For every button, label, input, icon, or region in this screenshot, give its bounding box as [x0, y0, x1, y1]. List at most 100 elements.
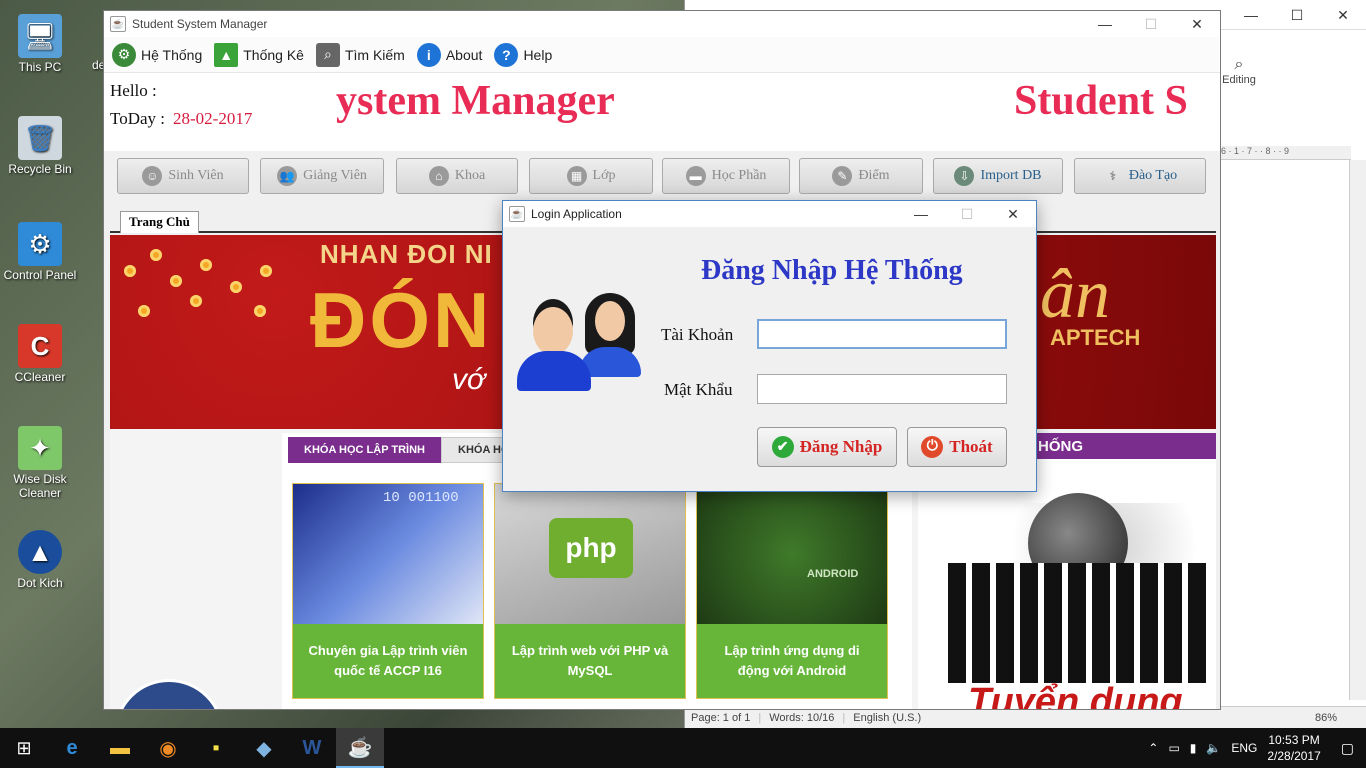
course-icon: ▬ [685, 166, 706, 186]
word-scrollbar[interactable] [1349, 160, 1366, 700]
clock[interactable]: 10:53 PM 2/28/2017 [1267, 732, 1320, 764]
menu-thong-ke[interactable]: ▲ Thống Kê [214, 42, 304, 67]
maximize-icon[interactable]: ☐ [1274, 0, 1320, 30]
file-explorer-icon[interactable]: ▬ [96, 728, 144, 768]
user-male-body [517, 351, 591, 391]
banner-title: ĐÓN [310, 276, 493, 364]
course-image: 10 001100 [293, 484, 483, 624]
help-icon: ? [494, 42, 519, 67]
business-people-image [948, 493, 1208, 709]
language-indicator[interactable]: ENG [1231, 741, 1257, 755]
hoc-phan-button[interactable]: ▬ Học Phần [662, 158, 790, 194]
login-heading: Đăng Nhập Hệ Thống [701, 255, 963, 286]
chart-icon: ▲ [214, 42, 239, 67]
close-icon[interactable]: ✕ [1174, 11, 1220, 37]
desktop-icon-control-panel[interactable]: ⚙ Control Panel [0, 222, 80, 282]
maximize-icon[interactable]: ☐ [944, 201, 990, 227]
giang-vien-button[interactable]: 👥 Giảng Viên [260, 158, 384, 194]
minimize-icon[interactable]: — [1228, 0, 1274, 30]
course-card[interactable]: php Lập trình web với PHP và MySQL [494, 483, 686, 699]
word-editing-group[interactable]: ⌕ Editing [1221, 56, 1257, 116]
desktop-icon-label: CCleaner [14, 370, 66, 384]
desktop-icon-this-pc[interactable]: 🖥 This PC [0, 14, 80, 74]
button-label: Thoát [949, 437, 993, 456]
desktop-icon-wise-disk-cleaner[interactable]: ✦ Wise Disk Cleaner [0, 426, 80, 500]
ccleaner-icon: C [18, 324, 62, 368]
login-button[interactable]: ✔ Đăng Nhập [757, 427, 897, 467]
course-card[interactable]: 10 001100 Chuyên gia Lập trình viên quốc… [292, 483, 484, 699]
lop-button[interactable]: ▦ Lớp [529, 158, 653, 194]
menu-about[interactable]: i About [416, 42, 482, 67]
java-icon: ☕ [509, 206, 525, 222]
battery-icon[interactable]: ▮ [1190, 741, 1197, 755]
java-icon: ☕ [110, 16, 126, 32]
close-icon[interactable]: ✕ [990, 201, 1036, 227]
virtualbox-icon[interactable]: ◆ [240, 728, 288, 768]
today-caption: ToDay : [110, 109, 165, 128]
action-center-icon[interactable]: ▢ [1341, 740, 1354, 757]
flower-decoration [190, 295, 202, 307]
tab-trang-chu[interactable]: Trang Chủ [120, 211, 199, 233]
java-app-icon[interactable]: ☕ [336, 728, 384, 768]
search-icon: ⌕ [315, 42, 340, 67]
username-field[interactable] [757, 319, 1007, 349]
user-female-face [595, 301, 625, 341]
volume-icon[interactable]: 🔈 [1206, 741, 1221, 755]
hello-label: Hello : [110, 81, 157, 100]
flower-decoration [230, 281, 242, 293]
button-label: Đào Tạo [1128, 168, 1178, 183]
course-caption: Chuyên gia Lập trình viên quốc tế ACCP I… [293, 624, 483, 698]
badge-logo [114, 679, 224, 709]
flower-decoration [150, 249, 162, 261]
desktop-icon-ccleaner[interactable]: C CCleaner [0, 324, 80, 384]
menu-help[interactable]: ? Help [494, 42, 552, 67]
tab-khoa-hoc-lap-trinh[interactable]: KHÓA HỌC LẬP TRÌNH [288, 437, 441, 463]
password-field[interactable] [757, 374, 1007, 404]
uc-browser-icon[interactable]: ◉ [144, 728, 192, 768]
close-icon[interactable]: ✕ [1320, 0, 1366, 30]
flower-decoration [138, 305, 150, 317]
sticky-notes-icon[interactable]: ▪ [192, 728, 240, 768]
minimize-icon[interactable]: — [898, 201, 944, 227]
flower-decoration [124, 265, 136, 277]
word-count[interactable]: Words: 10/16 [769, 712, 834, 724]
edge-icon[interactable]: e [48, 728, 96, 768]
window-title: Student System Manager [132, 17, 268, 31]
menu-tim-kiem[interactable]: ⌕ Tìm Kiếm [315, 42, 405, 67]
login-titlebar: ☕ Login Application — ☐ ✕ [503, 201, 1036, 227]
course-image-text: php [549, 518, 633, 578]
khoa-button[interactable]: ⌂ Khoa [396, 158, 518, 194]
page-count: Page: 1 of 1 [691, 711, 751, 724]
app-titlebar: ☕ Student System Manager — ☐ ✕ [104, 11, 1220, 37]
button-label: Import DB [980, 168, 1042, 183]
desktop-icon-recycle-bin[interactable]: 🗑 Recycle Bin [0, 116, 80, 176]
language[interactable]: English (U.S.) [853, 712, 921, 724]
training-icon: ⚕ [1109, 168, 1117, 183]
minimize-icon[interactable]: — [1082, 11, 1128, 37]
course-image: php [495, 484, 685, 624]
start-icon[interactable]: ⊞ [0, 728, 48, 768]
control-panel-icon: ⚙ [18, 222, 62, 266]
button-label: Đăng Nhập [799, 437, 883, 456]
button-label: Lớp [592, 168, 616, 183]
gear-icon: ⚙ [112, 42, 136, 67]
course-caption: Lập trình web với PHP và MySQL [495, 624, 685, 698]
divider: | [842, 711, 846, 724]
word-icon[interactable]: W [288, 728, 336, 768]
dao-tao-button[interactable]: ⚕ Đào Tạo [1074, 158, 1206, 194]
button-label: Giảng Viên [303, 168, 367, 183]
check-icon: ✔ [771, 436, 794, 458]
zoom-level[interactable]: 86% [1315, 712, 1366, 724]
maximize-icon[interactable]: ☐ [1128, 11, 1174, 37]
database-icon: ⇩ [954, 166, 975, 186]
chevron-up-icon[interactable]: ⌃ [1148, 741, 1158, 755]
import-db-button[interactable]: ⇩ Import DB [933, 158, 1063, 194]
desktop-icon-dot-kich[interactable]: ▲ Dot Kich [0, 530, 80, 590]
exit-button[interactable]: ⏻ Thoát [907, 427, 1007, 467]
diem-button[interactable]: ✎ Điểm [799, 158, 923, 194]
network-icon[interactable]: ▭ [1168, 741, 1179, 755]
menu-he-thong[interactable]: ⚙ Hệ Thống [112, 42, 202, 67]
dialog-title: Login Application [531, 207, 622, 221]
course-card[interactable]: ANDROID Lập trình ứng dụng di động với A… [696, 483, 888, 699]
sinh-vien-button[interactable]: ☺ Sinh Viên [117, 158, 249, 194]
